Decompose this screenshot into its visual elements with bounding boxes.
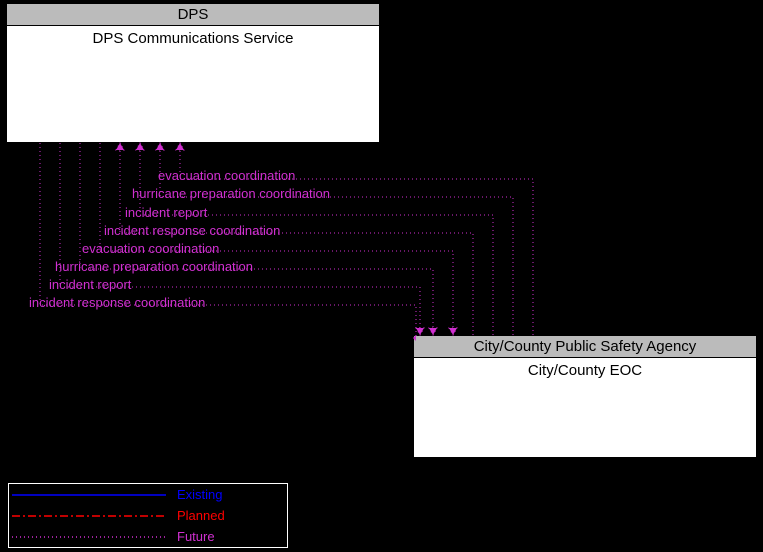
flow-label-6: hurricane preparation coordination bbox=[55, 259, 253, 274]
legend-line-existing bbox=[9, 484, 169, 505]
flow-label-7: incident report bbox=[49, 277, 131, 292]
legend-row-existing: Existing bbox=[9, 484, 287, 505]
flow-label-8: incident response coordination bbox=[29, 295, 205, 310]
entity-eoc-title: City/County EOC bbox=[414, 358, 756, 383]
flow-label-1: evacuation coordination bbox=[158, 168, 295, 183]
entity-dps: DPS DPS Communications Service bbox=[6, 3, 380, 143]
entity-eoc: City/County Public Safety Agency City/Co… bbox=[413, 335, 757, 458]
flow-label-4: incident response coordination bbox=[104, 223, 280, 238]
entity-eoc-header: City/County Public Safety Agency bbox=[414, 336, 756, 358]
legend-text-future: Future bbox=[177, 529, 215, 544]
legend-text-planned: Planned bbox=[177, 508, 225, 523]
flow-label-3: incident report bbox=[125, 205, 207, 220]
flow-label-2: hurricane preparation coordination bbox=[132, 186, 330, 201]
entity-dps-title: DPS Communications Service bbox=[7, 26, 379, 51]
legend: Existing Planned Future bbox=[8, 483, 288, 548]
legend-text-existing: Existing bbox=[177, 487, 223, 502]
legend-line-planned bbox=[9, 505, 169, 526]
legend-row-future: Future bbox=[9, 526, 287, 547]
legend-line-future bbox=[9, 526, 169, 547]
legend-row-planned: Planned bbox=[9, 505, 287, 526]
entity-dps-header: DPS bbox=[7, 4, 379, 26]
flow-label-5: evacuation coordination bbox=[82, 241, 219, 256]
